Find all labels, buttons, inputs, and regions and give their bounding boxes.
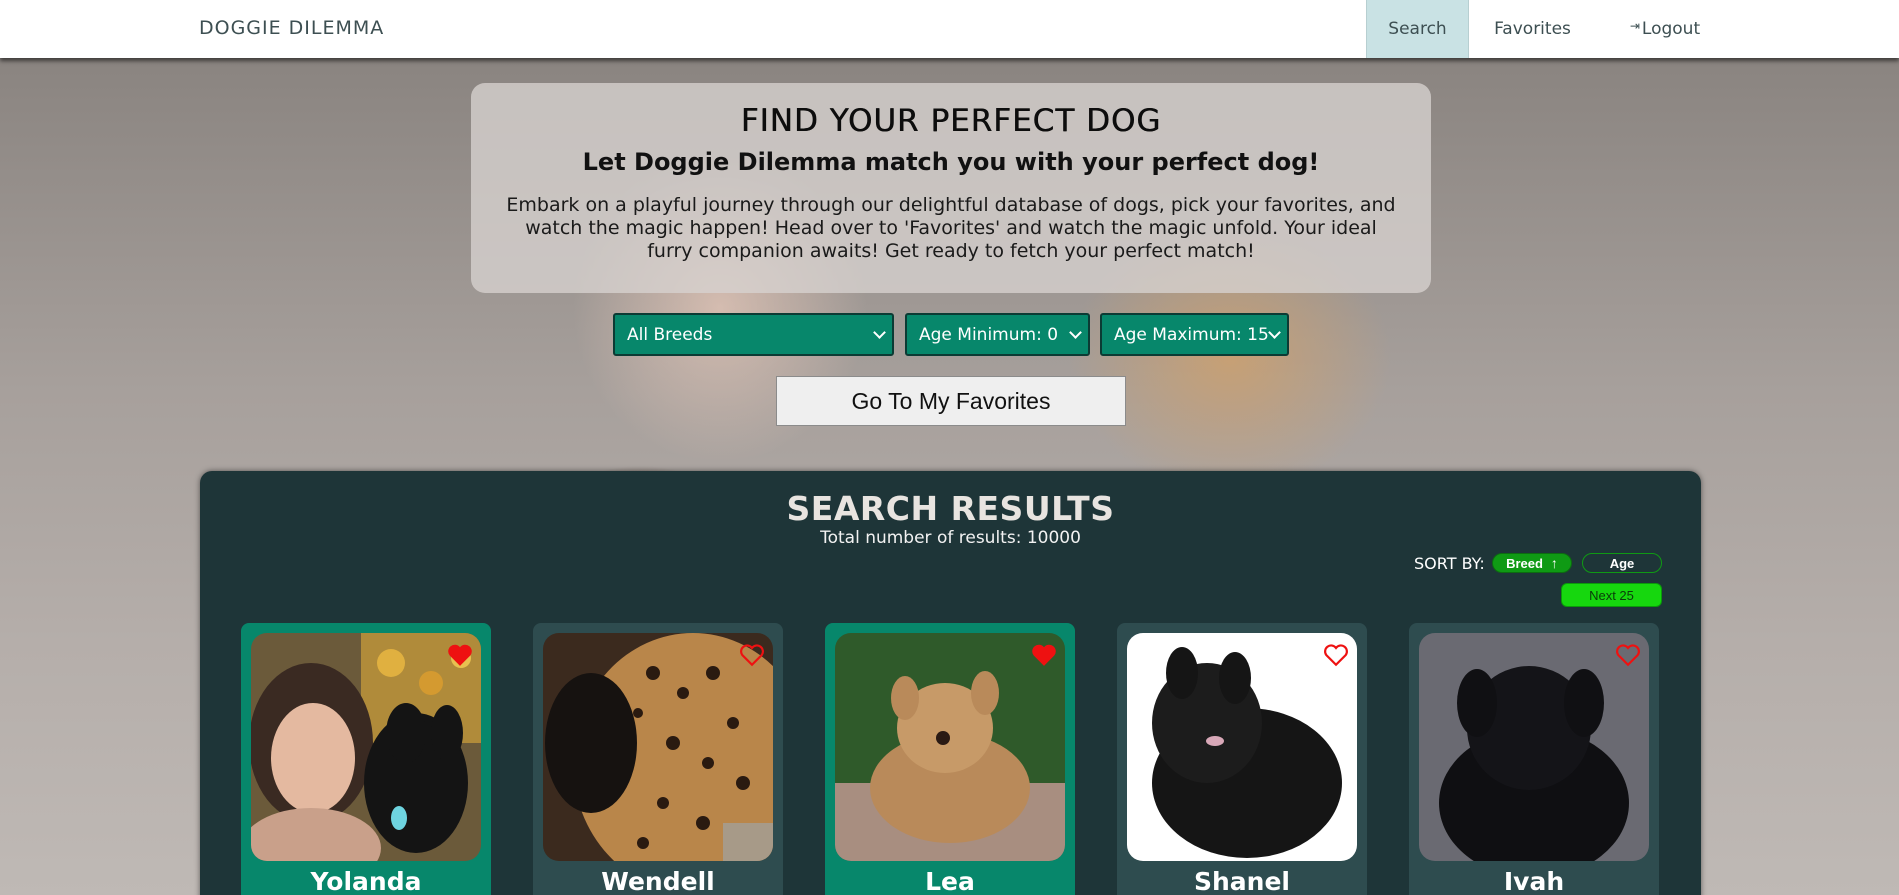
sort-breed-label: Breed xyxy=(1506,555,1543,571)
nav-favorites[interactable]: Favorites xyxy=(1470,0,1595,58)
chevron-down-icon xyxy=(873,326,886,339)
go-to-favorites-button[interactable]: Go To My Favorites xyxy=(776,376,1126,426)
heart-icon[interactable] xyxy=(1615,643,1641,667)
dog-card[interactable]: Shanel xyxy=(1117,623,1367,895)
dog-card[interactable]: Ivah xyxy=(1409,623,1659,895)
dog-name: Lea xyxy=(925,867,975,895)
brand-logo[interactable]: DOGGIE DILEMMA xyxy=(199,17,384,39)
nav-logout[interactable]: ⇥ Logout xyxy=(1610,0,1720,58)
dog-name: Ivah xyxy=(1503,867,1565,895)
age-min-select[interactable]: Age Minimum: 0 xyxy=(905,313,1090,356)
breed-select[interactable]: All Breeds xyxy=(613,313,894,356)
dog-card[interactable]: Yolanda xyxy=(241,623,491,895)
dog-photo xyxy=(1419,633,1649,861)
next-page-button[interactable]: Next 25 xyxy=(1561,583,1662,607)
heart-icon[interactable] xyxy=(447,643,473,667)
heart-icon[interactable] xyxy=(1323,643,1349,667)
navbar: DOGGIE DILEMMA Search Favorites ⇥ Logout xyxy=(0,0,1899,58)
heart-icon[interactable] xyxy=(739,643,765,667)
logout-label: Logout xyxy=(1641,19,1701,39)
dog-photo xyxy=(543,633,773,861)
hero-panel: FIND YOUR PERFECT DOG Let Doggie Dilemma… xyxy=(471,83,1431,293)
dog-photo xyxy=(1127,633,1357,861)
age-max-select-value: Age Maximum: 15 xyxy=(1114,324,1269,345)
sort-breed-button[interactable]: Breed ↑ xyxy=(1492,553,1572,573)
dog-card[interactable]: Lea xyxy=(825,623,1075,895)
dog-photo xyxy=(251,633,481,861)
chevron-down-icon xyxy=(1069,326,1082,339)
dog-name: Shanel xyxy=(1194,867,1290,895)
arrow-up-icon: ↑ xyxy=(1550,555,1558,571)
hero-title: FIND YOUR PERFECT DOG xyxy=(740,103,1162,139)
age-min-select-value: Age Minimum: 0 xyxy=(919,324,1059,345)
sort-age-button[interactable]: Age xyxy=(1582,553,1662,573)
hero-subtitle: Let Doggie Dilemma match you with your p… xyxy=(582,148,1320,176)
search-results-panel: SEARCH RESULTS Total number of results: … xyxy=(200,471,1701,895)
sort-label: SORT BY: xyxy=(1414,554,1485,573)
hero-description: Embark on a playful journey through our … xyxy=(506,194,1396,262)
logout-icon: ⇥ xyxy=(1629,19,1640,33)
heart-icon[interactable] xyxy=(1031,643,1057,667)
dog-name: Yolanda xyxy=(310,867,422,895)
age-max-select[interactable]: Age Maximum: 15 xyxy=(1100,313,1289,356)
dog-card[interactable]: Wendell xyxy=(533,623,783,895)
nav-search[interactable]: Search xyxy=(1366,0,1469,58)
results-title: SEARCH RESULTS xyxy=(786,489,1115,528)
chevron-down-icon xyxy=(1268,326,1281,339)
results-count: Total number of results: 10000 xyxy=(820,528,1081,548)
breed-select-value: All Breeds xyxy=(627,324,713,345)
dog-name: Wendell xyxy=(601,867,715,895)
dog-photo xyxy=(835,633,1065,861)
